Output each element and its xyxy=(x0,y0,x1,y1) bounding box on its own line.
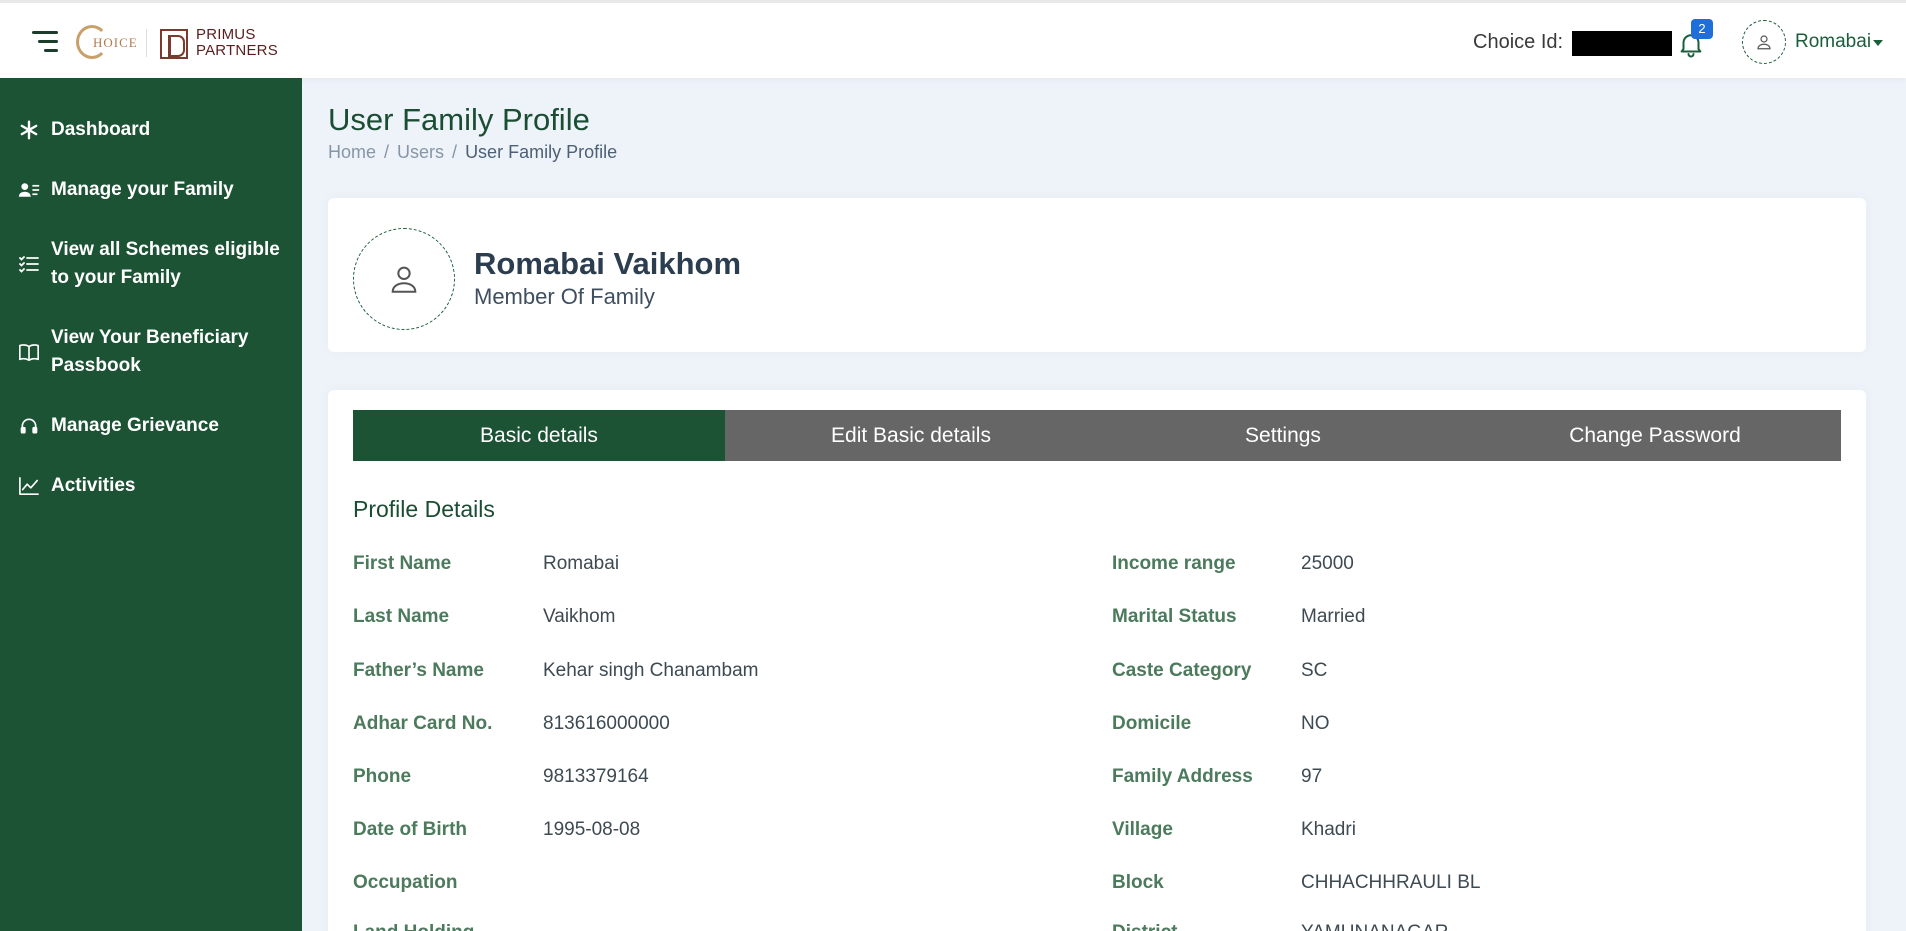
tab-edit-basic-details[interactable]: Edit Basic details xyxy=(725,410,1097,461)
checklist-icon xyxy=(18,253,40,275)
field-label: Land Holding xyxy=(353,922,474,931)
sidebar-item-beneficiary-passbook[interactable]: View Your Beneficiary Passbook xyxy=(0,324,302,384)
profile-details-card: Basic details Edit Basic details Setting… xyxy=(328,390,1866,931)
field-label: Family Address xyxy=(1112,766,1253,787)
sidebar: Dashboard Manage your Family View all Sc… xyxy=(0,78,302,931)
field-value: Khadri xyxy=(1301,819,1356,840)
field-label: Domicile xyxy=(1112,713,1192,734)
field-value: 1995-08-08 xyxy=(543,819,641,840)
field-value: 25000 xyxy=(1301,553,1354,574)
field-value: Romabai xyxy=(543,553,620,574)
field-label: Marital Status xyxy=(1112,606,1237,627)
choice-logo: HOICE xyxy=(76,25,138,59)
section-title: Profile Details xyxy=(353,496,495,522)
user-list-icon xyxy=(18,179,40,201)
headset-icon xyxy=(18,415,40,437)
sidebar-item-activities[interactable]: Activities xyxy=(0,472,302,512)
asterisk-icon xyxy=(18,119,40,141)
field-label: First Name xyxy=(353,553,452,574)
field-value: Kehar singh Chanambam xyxy=(543,660,759,681)
breadcrumb: Home / Users / User Family Profile xyxy=(328,142,618,162)
breadcrumb-users-link[interactable]: Users xyxy=(397,142,444,162)
field-label: Caste Category xyxy=(1112,660,1252,681)
profile-name: Romabai Vaikhom xyxy=(474,246,742,281)
field-label: Income range xyxy=(1112,553,1236,574)
field-value: SC xyxy=(1301,660,1328,681)
field-value: NO xyxy=(1301,713,1330,734)
field-label: Village xyxy=(1112,819,1173,840)
breadcrumb-current: User Family Profile xyxy=(465,142,618,162)
top-header: HOICE PRIMUS PARTNERS Choice Id: 2 Romab… xyxy=(0,0,1906,78)
profile-summary-card: Romabai Vaikhom Member Of Family xyxy=(328,198,1866,352)
field-value: CHHACHHRAULI BL xyxy=(1301,872,1481,893)
user-icon xyxy=(391,266,417,293)
user-avatar[interactable] xyxy=(1742,20,1786,64)
sidebar-item-view-schemes[interactable]: View all Schemes eligible to your Family xyxy=(0,236,302,296)
logo-divider xyxy=(146,29,147,57)
sidebar-item-label: Activities xyxy=(51,475,136,496)
field-label: Block xyxy=(1112,872,1164,893)
field-label: Father’s Name xyxy=(353,660,484,681)
choice-logo-text: HOICE xyxy=(93,35,138,50)
primus-logo-line2: PARTNERS xyxy=(196,42,278,59)
profile-tabs: Basic details Edit Basic details Setting… xyxy=(353,410,1841,461)
tab-basic-details[interactable]: Basic details xyxy=(353,410,725,461)
field-value: YAMUNANAGAR xyxy=(1301,922,1448,931)
field-value: Married xyxy=(1301,606,1366,627)
sidebar-item-label: Manage Grievance xyxy=(51,415,219,436)
profile-avatar xyxy=(353,228,455,330)
chart-line-icon xyxy=(18,475,40,497)
primus-logo-line1: PRIMUS xyxy=(196,26,256,43)
sidebar-item-label: View Your Beneficiary Passbook xyxy=(51,327,249,376)
field-label: Last Name xyxy=(353,606,450,627)
menu-toggle-icon[interactable] xyxy=(32,31,58,53)
sidebar-item-label: Dashboard xyxy=(51,119,151,140)
page-title: User Family Profile xyxy=(328,102,590,137)
sidebar-item-label: Manage your Family xyxy=(51,179,234,200)
field-label: Date of Birth xyxy=(353,819,467,840)
breadcrumb-home-link[interactable]: Home xyxy=(328,142,376,162)
choice-id-label: Choice Id: xyxy=(1473,31,1564,53)
user-menu-name[interactable]: Romabai xyxy=(1795,31,1871,53)
field-value: 97 xyxy=(1301,766,1323,787)
sidebar-item-manage-grievance[interactable]: Manage Grievance xyxy=(0,412,302,452)
field-value: Vaikhom xyxy=(543,606,616,627)
field-value: 813616000000 xyxy=(543,713,670,734)
sidebar-item-label: View all Schemes eligible to your Family xyxy=(51,239,280,288)
field-value: 9813379164 xyxy=(543,766,649,787)
book-icon xyxy=(18,341,40,363)
user-icon xyxy=(1757,35,1771,50)
field-label: District xyxy=(1112,922,1177,931)
sidebar-item-manage-family[interactable]: Manage your Family xyxy=(0,176,302,216)
profile-role: Member Of Family xyxy=(474,284,655,309)
caret-down-icon[interactable] xyxy=(1873,40,1883,46)
field-label: Adhar Card No. xyxy=(353,713,493,734)
field-label: Phone xyxy=(353,766,412,787)
sidebar-item-dashboard[interactable]: Dashboard xyxy=(0,116,302,156)
tab-settings[interactable]: Settings xyxy=(1097,410,1469,461)
notification-count-badge: 2 xyxy=(1691,19,1713,39)
field-label: Occupation xyxy=(353,872,458,893)
choice-id-value-redacted xyxy=(1572,31,1672,56)
tab-change-password[interactable]: Change Password xyxy=(1469,410,1841,461)
